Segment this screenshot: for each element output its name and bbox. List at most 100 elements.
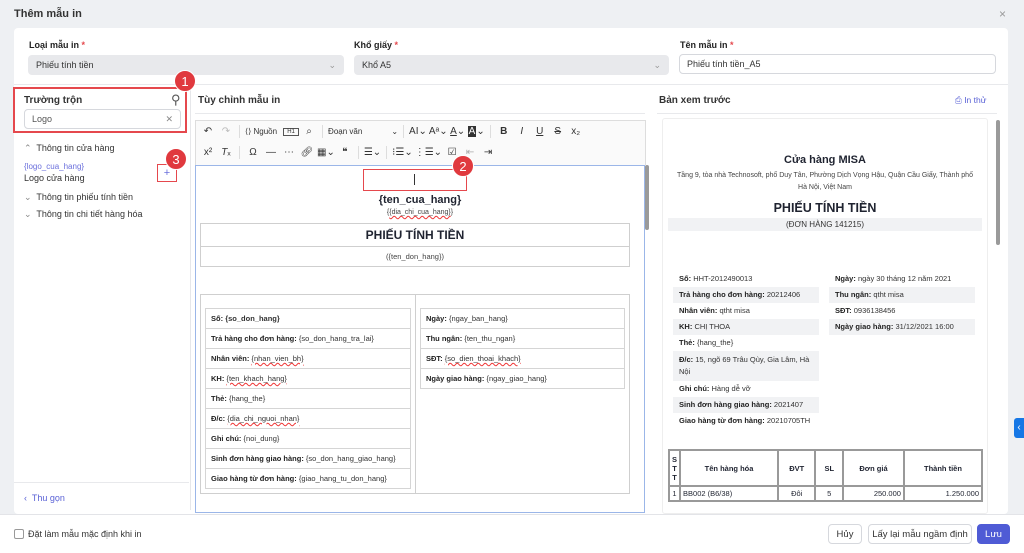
- checkbox[interactable]: [14, 529, 24, 539]
- align-icon[interactable]: ☰⌄: [364, 147, 381, 158]
- group-store-info[interactable]: ⌃ Thông tin cửa hàng: [24, 143, 114, 154]
- field-value: {so_don_hang_giao_hang}: [305, 454, 396, 463]
- column-header: STT: [667, 449, 682, 487]
- subscript-icon[interactable]: x₂: [568, 126, 584, 137]
- table-row: Ngày: {ngay_ban_hang}: [420, 308, 625, 329]
- heading-button[interactable]: H1: [283, 127, 300, 136]
- cancel-button[interactable]: Hủy: [828, 524, 862, 544]
- table-icon[interactable]: ▦⌄: [317, 147, 335, 158]
- separator: [239, 125, 240, 138]
- print-test-button[interactable]: ⎙ In thử: [955, 95, 986, 106]
- font-family-icon[interactable]: Aᵃ⌄: [429, 126, 448, 137]
- font-size-icon[interactable]: AI⌄: [409, 126, 427, 137]
- bulleted-list-icon[interactable]: ⁝☰⌄: [392, 147, 413, 158]
- field-label: Nhân viên:: [211, 354, 250, 363]
- column-header: ĐVT: [777, 449, 817, 487]
- field-label: Sinh đơn hàng giao hàng:: [679, 400, 772, 409]
- table-row: Đ/c: {dia_chi_nguoi_nhan}: [205, 408, 411, 429]
- preview-field: Ghi chú: Hàng dễ vỡ: [673, 381, 819, 397]
- search-icon[interactable]: ⚲: [171, 92, 181, 108]
- undo-icon[interactable]: ↶: [200, 126, 216, 137]
- chevron-down-icon: ⌄: [328, 59, 336, 70]
- table-cell: 250.000: [842, 485, 905, 502]
- indent-icon[interactable]: ⇥: [480, 147, 496, 158]
- horizontal-line-icon[interactable]: —: [263, 147, 279, 158]
- remove-format-icon[interactable]: Tₓ: [218, 147, 234, 158]
- superscript-icon[interactable]: x²: [200, 147, 216, 158]
- doc-title: PHIẾU TÍNH TIỀN: [201, 224, 629, 247]
- field-label: KH:: [679, 322, 693, 331]
- field-label: SĐT:: [835, 306, 852, 315]
- default-template-checkbox[interactable]: Đặt làm mẫu mặc định khi in: [14, 529, 142, 539]
- background-color-icon[interactable]: A⌄: [467, 126, 485, 137]
- field-cell: Ngày: {ngay_ban_hang}: [420, 308, 625, 329]
- annotation-badge-2: 2: [452, 155, 474, 177]
- field-value: HHT-2012490013: [693, 274, 753, 283]
- type-label: Loại mẫu in *: [29, 40, 85, 50]
- table-row: 1 BB002 (B6/38) Đôi 5 250.000 1.250.000: [667, 485, 984, 502]
- field-value: {noi_dung}: [243, 434, 280, 443]
- field-value: {so_dien_thoai_khach}: [444, 354, 521, 363]
- close-icon[interactable]: ×: [999, 7, 1006, 21]
- field-label: Trả hàng cho đơn hàng:: [211, 334, 297, 343]
- collapse-button[interactable]: ‹ Thu gọn: [24, 493, 65, 503]
- table-row: Thẻ: {hang_the}: [205, 388, 411, 409]
- italic-icon[interactable]: I: [514, 126, 530, 137]
- group-item-details[interactable]: ⌄ Thông tin chi tiết hàng hóa: [24, 209, 142, 220]
- table-cell: Đôi: [777, 485, 817, 502]
- merge-search-input[interactable]: Logo ✕: [24, 109, 181, 129]
- right-fields-table: Ngày: {ngay_ban_hang} Thu ngân: {ten_thu_…: [420, 308, 625, 389]
- page-break-icon[interactable]: ⋯: [281, 147, 297, 158]
- link-icon[interactable]: 🔗︎: [299, 147, 315, 158]
- preview-field: Trả hàng cho đơn hàng: 20212406: [673, 287, 819, 303]
- field-value: {so_don_hang_tra_lai}: [298, 334, 374, 343]
- table-cell: BB002 (B6/38): [679, 485, 780, 502]
- save-button[interactable]: Lưu: [977, 524, 1010, 544]
- store-address-text: {dia_chi_cua_hang}: [389, 209, 451, 216]
- find-replace-icon[interactable]: ⌕: [301, 126, 317, 137]
- field-label: Số:: [211, 314, 224, 323]
- underline-icon[interactable]: U: [532, 126, 548, 137]
- field-label: Sinh đơn hàng giao hàng:: [211, 454, 304, 463]
- table-cell: 1.250.000: [902, 485, 984, 502]
- special-char-icon[interactable]: Ω: [245, 147, 261, 158]
- field-value: {hang_the}: [228, 394, 266, 403]
- field-label: Logo cửa hàng: [24, 173, 85, 183]
- strikethrough-icon[interactable]: S: [550, 126, 566, 137]
- group-receipt-info[interactable]: ⌄ Thông tin phiếu tính tiền: [24, 192, 133, 203]
- editor-scrollbar[interactable]: [645, 165, 649, 230]
- redo-icon[interactable]: ↷: [218, 126, 234, 137]
- paper-select[interactable]: Khổ A5 ⌄: [354, 55, 669, 75]
- group-label: Thông tin phiếu tính tiền: [36, 192, 133, 202]
- info-table: Số: {so_don_hang} Trả hàng cho đơn hàng: …: [200, 294, 630, 494]
- field-cell: Thu ngân: {ten_thu_ngan}: [420, 328, 625, 349]
- field-value: Hàng dễ vỡ: [711, 384, 751, 393]
- name-input[interactable]: Phiếu tính tiền_A5: [679, 54, 996, 74]
- logo-placeholder-box[interactable]: [363, 169, 467, 191]
- annotation-badge-3: 3: [165, 148, 187, 170]
- field-value: {nhan_vien_bh}: [251, 354, 304, 363]
- field-cell: Nhân viên: {nhan_vien_bh}: [205, 348, 411, 369]
- field-label: Ghi chú:: [679, 384, 710, 393]
- text-cursor: [414, 174, 415, 185]
- preview-scrollbar[interactable]: [996, 120, 1000, 245]
- side-panel-toggle[interactable]: ‹: [1014, 418, 1024, 438]
- editor-title: Tùy chỉnh mẫu in: [198, 95, 281, 106]
- blockquote-icon[interactable]: ❝: [337, 147, 353, 158]
- preview-left-fields: Số: HHT-2012490013 Trả hàng cho đơn hàng:…: [673, 271, 819, 429]
- bold-icon[interactable]: B: [496, 126, 512, 137]
- paragraph-format-select[interactable]: Đoạn văn ⌄: [328, 127, 398, 136]
- font-color-icon[interactable]: A⌄: [450, 126, 466, 137]
- editor-content[interactable]: {ten_cua_hang} {{dia_chi_cua_hang}} PHIẾ…: [195, 165, 645, 513]
- separator: [357, 146, 359, 159]
- table-row: KH: {ten_khach_hang}: [205, 368, 411, 389]
- field-cell: Sinh đơn hàng giao hàng: {so_don_hang_gi…: [205, 448, 411, 469]
- source-button[interactable]: ⟨⟩ Nguồn: [245, 127, 277, 136]
- field-label: Đ/c:: [679, 355, 694, 364]
- field-value: {so_don_hang}: [225, 314, 280, 323]
- clear-icon[interactable]: ✕: [165, 114, 173, 125]
- field-value: 20212406: [766, 290, 801, 299]
- numbered-list-icon[interactable]: ⋮☰⌄: [415, 147, 442, 158]
- separator: [386, 146, 388, 159]
- reset-default-button[interactable]: Lấy lại mẫu ngầm định: [868, 524, 972, 544]
